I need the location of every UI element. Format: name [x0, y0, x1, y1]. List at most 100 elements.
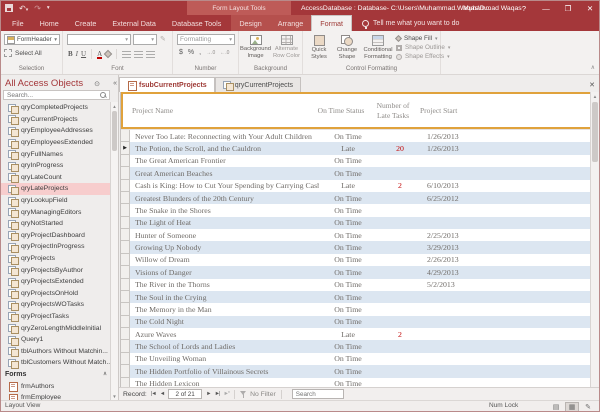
filter-icon[interactable] [240, 391, 247, 398]
tell-me-box[interactable]: Tell me what you want to do [352, 15, 459, 31]
cell-on-time-status[interactable]: On Time [319, 206, 377, 215]
document-tab[interactable]: fsubCurrentProjects [119, 77, 215, 92]
nav-pane-item[interactable]: qryProjectsByAuthor [1, 264, 111, 276]
document-tab[interactable]: qryCurrentProjects [215, 77, 301, 92]
nav-pane-item[interactable]: qryProjects [1, 253, 111, 265]
cell-project-start[interactable]: 4/29/2013 [423, 268, 583, 277]
table-row[interactable]: Azure Waves Late 2 [121, 328, 593, 340]
table-row[interactable]: The Hidden Portfolio of Villainous Secre… [121, 365, 593, 377]
cell-project-start[interactable]: 6/25/2012 [423, 194, 583, 203]
nav-scroll-up-icon[interactable]: ▲ [111, 102, 118, 110]
record-selector[interactable] [121, 353, 130, 365]
undo-button[interactable]: ↶▾ [19, 4, 28, 13]
nav-scroll-thumb[interactable] [112, 111, 117, 151]
cell-on-time-status[interactable]: On Time [319, 342, 377, 351]
nav-shutter-icon[interactable]: « [111, 80, 119, 87]
form-header-selected[interactable]: Project Name On Time Status Number of La… [121, 92, 593, 129]
shape-fill-button[interactable]: Shape Fill▾ [396, 35, 450, 42]
cell-project-name[interactable]: The River in the Thorns [130, 280, 319, 289]
cell-project-name[interactable]: The Light of Heat [130, 218, 319, 227]
nav-scrollbar[interactable]: ▲ ▼ [110, 102, 118, 400]
increase-decimals-button[interactable]: →.0 [206, 50, 215, 56]
align-left-button[interactable] [122, 51, 131, 58]
currency-format-button[interactable]: $ [179, 49, 183, 56]
cell-project-name[interactable]: The Memory in the Man [130, 305, 319, 314]
document-scrollbar[interactable]: ▲ ▼ [590, 92, 599, 387]
record-selector[interactable] [121, 291, 130, 303]
layout-view-button[interactable]: ▦ [565, 402, 579, 412]
nav-pane-item[interactable]: frmEmployee [1, 392, 111, 400]
cell-project-start[interactable]: 2/25/2013 [423, 231, 583, 240]
table-row[interactable]: The School of Lords and Ladies On Time [121, 340, 593, 352]
cell-late-tasks[interactable]: 20 [377, 144, 423, 153]
nav-pane-item[interactable]: qryLateProjects [1, 183, 111, 195]
record-selector[interactable] [121, 328, 130, 340]
nav-pane-item[interactable]: tblAuthors Without Matchin... [1, 345, 111, 357]
table-row[interactable]: The Hidden Lexicon On Time [121, 378, 593, 388]
nav-pane-item[interactable]: qryLookupField [1, 195, 111, 207]
document-close-icon[interactable]: ✕ [589, 81, 595, 89]
close-button[interactable]: ✕ [579, 1, 600, 15]
cell-project-name[interactable]: The Hidden Lexicon [130, 379, 319, 387]
cell-on-time-status[interactable]: On Time [319, 367, 377, 376]
nav-pane-item[interactable]: qryProjectsOnHold [1, 288, 111, 300]
alternate-row-color-button[interactable]: Alternate Row Color [272, 35, 301, 59]
table-row[interactable]: The Light of Heat On Time [121, 217, 593, 229]
first-record-button[interactable]: |◄ [151, 391, 156, 397]
nav-search-box[interactable] [3, 90, 110, 100]
record-selector[interactable] [121, 365, 130, 377]
cell-project-name[interactable]: Azure Waves [130, 330, 319, 339]
record-selector[interactable] [121, 241, 130, 253]
nav-pane-item[interactable]: qryFullNames [1, 148, 111, 160]
doc-scroll-up-icon[interactable]: ▲ [591, 92, 599, 100]
select-all-button[interactable]: Select All [4, 49, 42, 57]
table-row[interactable]: Visions of Danger On Time 4/29/2013 [121, 266, 593, 278]
nav-category-icon[interactable]: ⊙ [92, 80, 102, 88]
record-selector[interactable] [121, 279, 130, 291]
column-header-late-tasks[interactable]: Number of Late Tasks [370, 101, 416, 120]
bold-button[interactable]: B [68, 50, 73, 58]
ribbon-tab-arrange[interactable]: Arrange [270, 15, 312, 31]
format-painter-icon[interactable]: ✎ [160, 35, 166, 43]
cell-project-start[interactable]: 6/10/2013 [423, 181, 583, 190]
record-selector[interactable] [121, 303, 130, 315]
minimize-button[interactable]: — [535, 1, 557, 15]
cell-project-name[interactable]: Cash is King: How to Cut Your Spending b… [130, 181, 319, 190]
cell-on-time-status[interactable]: On Time [319, 305, 377, 314]
nav-pane-item[interactable]: qryZeroLengthMiddleInitial [1, 322, 111, 334]
cell-on-time-status[interactable]: On Time [319, 255, 377, 264]
cell-on-time-status[interactable]: On Time [319, 194, 377, 203]
doc-scroll-thumb[interactable] [592, 102, 598, 162]
cell-on-time-status[interactable]: On Time [319, 231, 377, 240]
table-row[interactable]: The Snake in the Shores On Time [121, 204, 593, 216]
table-row[interactable]: Hunter of Someone On Time 2/25/2013 [121, 229, 593, 241]
record-position-box[interactable]: 2 of 21 [168, 389, 202, 399]
record-selector[interactable] [121, 192, 130, 204]
cell-project-name[interactable]: Greatest Blunders of the 20th Century [130, 194, 319, 203]
font-size-combo[interactable]: ▾ [133, 34, 157, 45]
nav-scroll-down-icon[interactable]: ▼ [111, 392, 118, 400]
ribbon-tab-create[interactable]: Create [67, 15, 105, 31]
nav-pane-item[interactable]: qryInProgress [1, 160, 111, 172]
cell-on-time-status[interactable]: On Time [319, 169, 377, 178]
font-name-combo[interactable]: ▾ [67, 34, 131, 45]
cell-project-start[interactable]: 3/29/2013 [423, 243, 583, 252]
percent-format-button[interactable]: % [188, 49, 194, 56]
table-row[interactable]: Willow of Dream On Time 2/26/2013 [121, 254, 593, 266]
cell-project-name[interactable]: The Great American Frontier [130, 156, 319, 165]
nav-pane-item[interactable]: qryManagingEditors [1, 206, 111, 218]
selection-object-combo[interactable]: FormHeader ▾ [4, 34, 60, 45]
record-selector[interactable] [121, 378, 130, 388]
record-selector[interactable] [121, 155, 130, 167]
nav-pane-item[interactable]: qryProjectInProgress [1, 241, 111, 253]
nav-pane-item[interactable]: qryProjectsWOTasks [1, 299, 111, 311]
align-center-button[interactable] [134, 51, 143, 58]
record-selector[interactable] [121, 229, 130, 241]
font-color-button[interactable]: A [97, 50, 102, 58]
help-button[interactable]: ? [513, 1, 535, 15]
redo-button[interactable]: ↷ [34, 4, 41, 13]
record-selector[interactable] [121, 204, 130, 216]
cell-project-name[interactable]: The Unveiling Woman [130, 354, 319, 363]
cell-on-time-status[interactable]: On Time [319, 379, 377, 387]
nav-pane-item[interactable]: qryEmployeeAddresses [1, 125, 111, 137]
